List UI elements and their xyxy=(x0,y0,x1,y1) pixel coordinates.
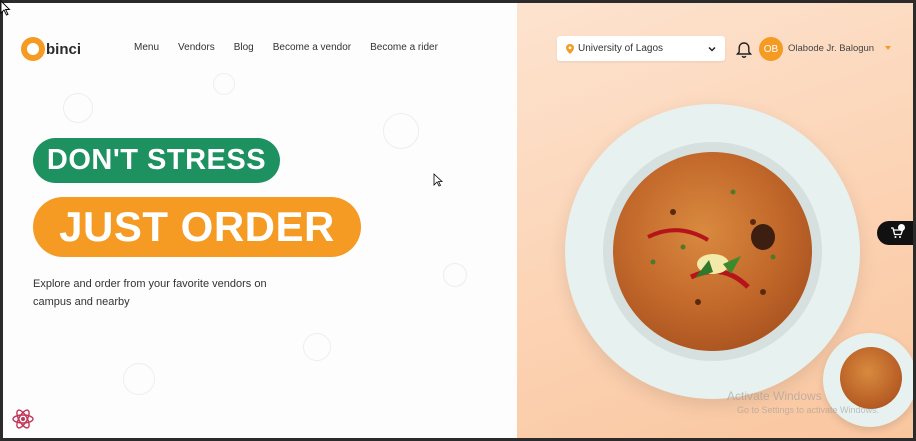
doodle xyxy=(443,263,467,287)
cart-button[interactable] xyxy=(877,221,913,245)
headline-just-order: JUST ORDER xyxy=(33,197,361,257)
nav-menu[interactable]: Menu xyxy=(134,42,159,53)
headline-dont-stress: DON'T STRESS xyxy=(33,138,280,183)
cursor-icon xyxy=(433,173,443,187)
doodle xyxy=(123,363,155,395)
garnish-icon xyxy=(647,189,776,305)
nav-become-a-rider[interactable]: Become a rider xyxy=(370,42,438,53)
avatar[interactable]: OB xyxy=(759,37,783,61)
doodle xyxy=(383,113,419,149)
app-window: binci Menu Vendors Blog Become a vendor … xyxy=(3,3,913,438)
location-value: University of Lagos xyxy=(578,43,664,54)
food-plate-image xyxy=(565,104,860,399)
user-name[interactable]: Olabode Jr. Balogun xyxy=(788,43,874,54)
headline-1-text: DON'T STRESS xyxy=(46,144,267,176)
cart-badge xyxy=(898,224,905,231)
doodle xyxy=(63,93,93,123)
chevron-down-icon xyxy=(708,46,716,52)
location-pin-icon xyxy=(566,43,574,54)
main-nav: Menu Vendors Blog Become a vendor Become… xyxy=(134,42,457,53)
food-thumbnail-rice xyxy=(840,347,902,409)
windows-activation-watermark: Activate Windows xyxy=(727,389,822,403)
nav-blog[interactable]: Blog xyxy=(234,42,254,53)
react-icon[interactable] xyxy=(11,407,35,431)
nav-become-a-vendor[interactable]: Become a vendor xyxy=(273,42,351,53)
nav-vendors[interactable]: Vendors xyxy=(178,42,215,53)
jollof-rice xyxy=(613,152,812,351)
user-menu-caret-icon[interactable] xyxy=(885,46,891,50)
logo-mark xyxy=(21,37,45,61)
windows-activation-subtext: Go to Settings to activate Windows. xyxy=(737,405,880,415)
plate-inner xyxy=(603,142,822,361)
location-select[interactable]: University of Lagos xyxy=(557,36,725,61)
hero-description: Explore and order from your favorite ven… xyxy=(33,278,267,308)
doodle xyxy=(303,333,331,361)
headline-2-text: JUST ORDER xyxy=(59,203,335,250)
bell-icon[interactable] xyxy=(736,41,752,59)
cursor-icon xyxy=(0,0,11,16)
logo-text: binci xyxy=(46,40,82,58)
logo[interactable]: binci xyxy=(21,37,81,61)
doodle xyxy=(213,73,235,95)
